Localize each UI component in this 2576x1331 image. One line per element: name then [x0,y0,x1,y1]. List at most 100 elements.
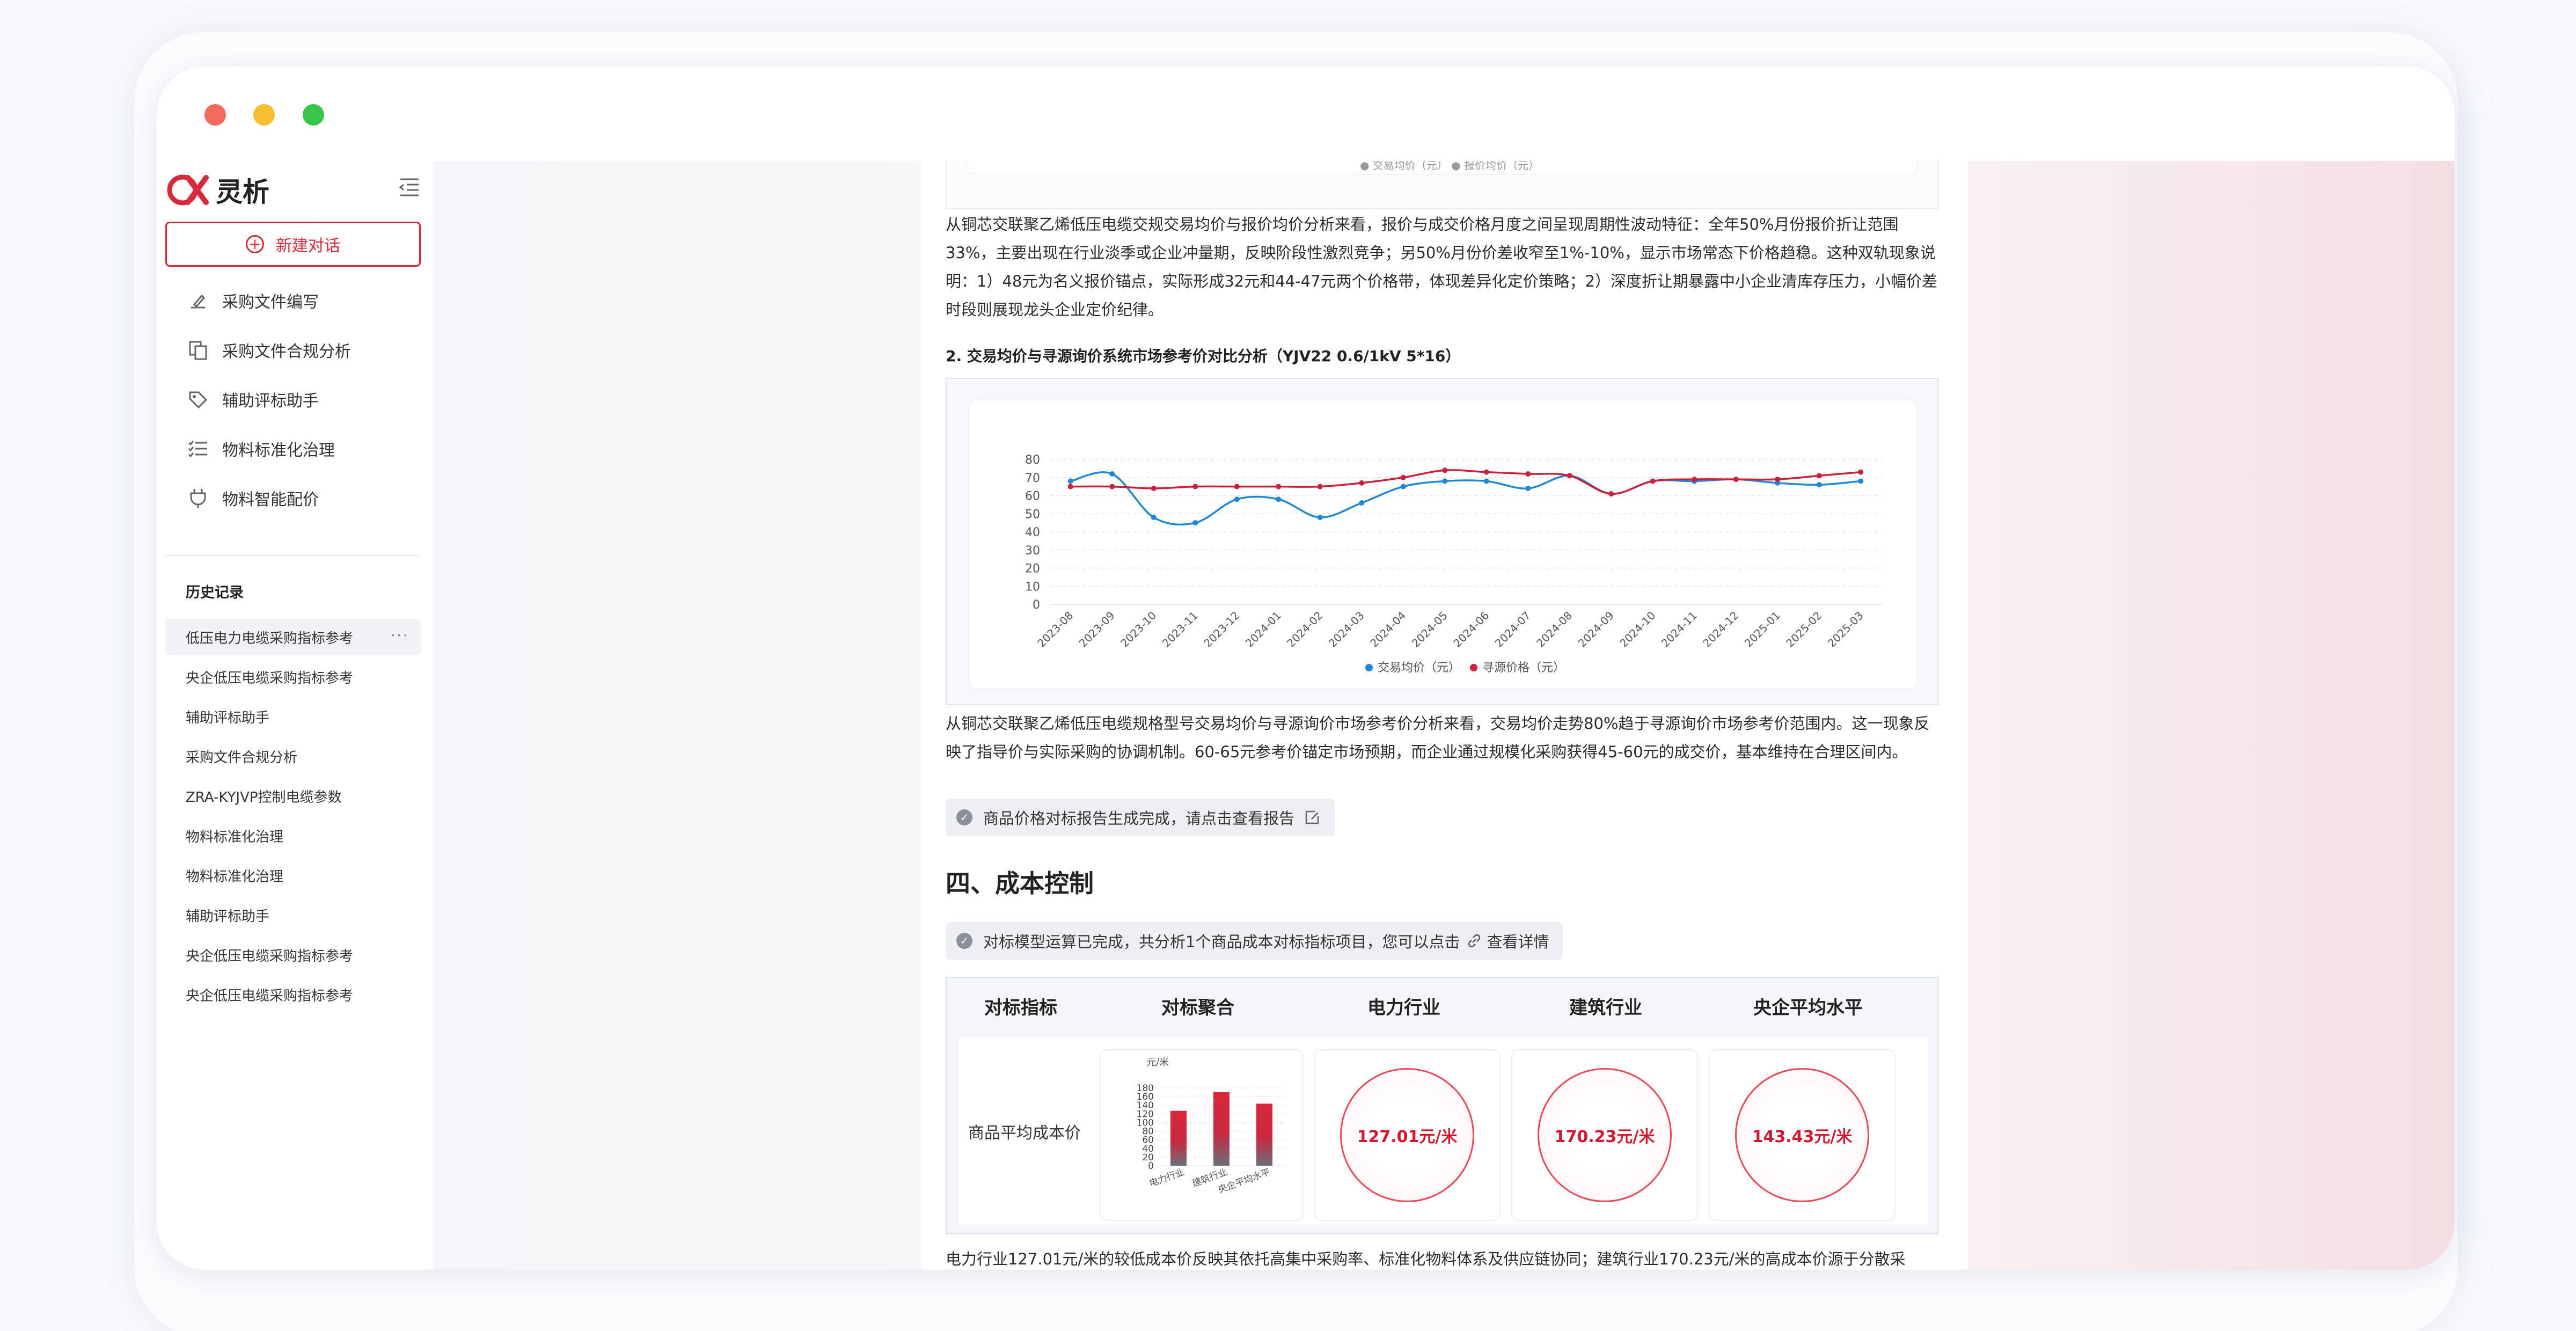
main-area: ● 交易均价（元） ● 报价均价（元） 从铜芯交联聚乙烯低压电缆交规交易均价与报… [433,161,2455,1270]
bar [1170,1110,1187,1166]
construction-industry-value: 170.23元/米 [1538,1068,1672,1202]
series-point-1 [1276,484,1282,489]
title-bar [157,67,2455,161]
collapse-sidebar-icon[interactable] [398,176,421,199]
menu-item-material-standard[interactable]: 物料标准化治理 [165,427,421,470]
view-details-link[interactable]: 查看详情 [1487,930,1549,952]
x-tick-label: 2024-04 [1367,609,1408,650]
close-window-button[interactable] [204,104,226,126]
open-report-icon[interactable] [1303,808,1321,827]
menu-item-bid-assistant[interactable]: 辅助评标助手 [165,378,421,421]
legend-marker-0 [1365,664,1373,671]
bar [1256,1103,1272,1166]
more-options-icon[interactable]: ··· [390,626,409,645]
x-tick-label: 2025-01 [1742,609,1783,650]
x-tick-label: 2023-10 [1118,609,1159,650]
history-item[interactable]: 物料标准化治理 [165,857,421,894]
aggregate-bar-chart[interactable]: 元/米020406080100120140160180电力行业 建筑行业央企平均水… [1101,1050,1305,1222]
series-point-0 [1359,500,1365,506]
x-tick-label: 2024-06 [1451,609,1491,650]
check-circle-icon: ✓ [956,809,972,825]
analysis-paragraph-3: 电力行业127.01元/米的较低成本价反映其依托高集中采购率、标准化物料体系及供… [946,1250,1906,1268]
history-item[interactable]: 低压电力电缆采购指标参考 ··· [165,619,421,655]
series-point-0 [1816,482,1822,488]
price-comparison-line-chart[interactable]: 010203040506070802023-08 2023-09 2023-10 20… [969,400,1919,690]
history-item[interactable]: 辅助评标助手 [165,698,421,735]
history-item[interactable]: 辅助评标助手 [165,897,421,933]
series-point-1 [1733,477,1739,482]
x-tick-label: 2023-12 [1201,609,1242,650]
menu-item-doc-write[interactable]: 采购文件编写 [165,279,421,322]
series-point-0 [1525,486,1531,491]
minimize-window-button[interactable] [253,104,275,126]
series-point-1 [1483,469,1489,475]
report-ready-notice[interactable]: ✓ 商品价格对标报告生成完成，请点击查看报告 [946,799,1336,836]
x-tick-label: 2023-11 [1160,609,1201,650]
series-point-0 [1276,496,1282,502]
history-item-label: 央企低压电缆采购指标参考 [186,670,354,686]
sidebar: 灵析 + 新建对话 采购文件编写 采购文件合规分析 辅助评标助手 物料标准化治理 [157,161,433,1270]
y-tick-label: 80 [1025,454,1040,467]
brand-logo-icon [167,174,209,206]
brand[interactable]: 灵析 [166,169,269,211]
x-tick-label: 2025-02 [1783,609,1824,650]
series-point-1 [1608,491,1614,497]
menu-item-label: 辅助评标助手 [222,392,319,411]
maximize-window-button[interactable] [303,104,324,126]
analysis-paragraph-1: 从铜芯交联聚乙烯低压电缆交规交易均价与报价均价分析来看，报价与成交价格月度之间呈… [946,215,1937,319]
x-tick-label: 2024-07 [1492,609,1533,650]
y-tick-label: 50 [1025,508,1040,521]
power-industry-value: 127.01元/米 [1340,1068,1474,1202]
history-item-label: 辅助评标助手 [186,710,270,726]
series-point-0 [1317,515,1323,520]
series-point-0 [1858,478,1864,484]
check-circle-icon: ✓ [956,933,972,949]
menu-item-label: 物料智能配价 [222,491,319,509]
history-item-label: 物料标准化治理 [186,868,284,885]
series-point-1 [1567,473,1572,479]
series-point-1 [1067,484,1073,489]
new-chat-button[interactable]: + 新建对话 [165,222,421,267]
menu-item-label: 采购文件合规分析 [222,342,351,361]
y-tick-label: 20 [1025,562,1040,576]
previous-chart-bottom: ● 交易均价（元） ● 报价均价（元） [946,161,1938,209]
series-point-1 [1359,480,1365,486]
y-tick-label: 0 [1033,598,1040,612]
doc-compliance-icon [189,341,207,360]
y-tick-label: 30 [1025,544,1040,558]
chart-inner: 0 10 20 30 40 50 60 70 80 2023-08 2023-09 2023-10 20… [968,399,1918,689]
series-point-1 [1525,471,1531,477]
menu-item-doc-compliance[interactable]: 采购文件合规分析 [165,328,421,371]
table-header: 央企平均水平 [1753,997,1863,1019]
series-point-1 [1442,467,1448,473]
x-tick-label: 2024-01 [1243,609,1284,650]
sidebar-divider [165,555,421,556]
brand-name: 灵析 [216,177,269,208]
history-item[interactable]: 物料标准化治理 [165,817,421,854]
history-item[interactable]: 采购文件合规分析 [165,738,421,774]
model-complete-notice[interactable]: ✓ 对标模型运算已完成，共分析1个商品成本对标指标项目，您可以点击 查看详情 [946,922,1563,960]
previous-chart-legend: ● 交易均价（元） ● 报价均价（元） [1360,161,1539,172]
x-tick-label: 2023-09 [1077,609,1117,650]
analysis-paragraph-2: 从铜芯交联聚乙烯低压电缆规格型号交易均价与寻源询价市场参考价分析来看，交易均价走… [946,714,1930,761]
y-tick-label: 180 [1137,1083,1154,1094]
history-item[interactable]: 央企低压电缆采购指标参考 [165,976,421,1013]
history-title: 历史记录 [186,584,244,601]
history-item-label: ZRA-KYJVP控制电缆参数 [186,789,342,806]
history-item[interactable]: 央企低压电缆采购指标参考 [165,937,421,973]
series-point-0 [1151,515,1157,520]
menu-item-smart-pricing[interactable]: 物料智能配价 [165,477,421,520]
history-item[interactable]: 央企低压电缆采购指标参考 [165,659,421,695]
series-point-0 [1234,496,1240,502]
plug-icon [190,489,206,508]
x-tick-label: 2024-03 [1326,609,1367,650]
y-tick-label: 10 [1025,580,1040,594]
x-tick-label: 2025-03 [1825,609,1866,650]
x-tick-label: 2024-10 [1617,609,1658,650]
x-tick-label: 2024-11 [1659,609,1700,650]
series-point-0 [1442,478,1448,484]
report-article[interactable]: ● 交易均价（元） ● 报价均价（元） 从铜芯交联聚乙烯低压电缆交规交易均价与报… [921,161,1968,1270]
history-item[interactable]: ZRA-KYJVP控制电缆参数 [165,778,421,814]
doc-write-icon [191,294,206,309]
tag-icon [189,391,208,409]
